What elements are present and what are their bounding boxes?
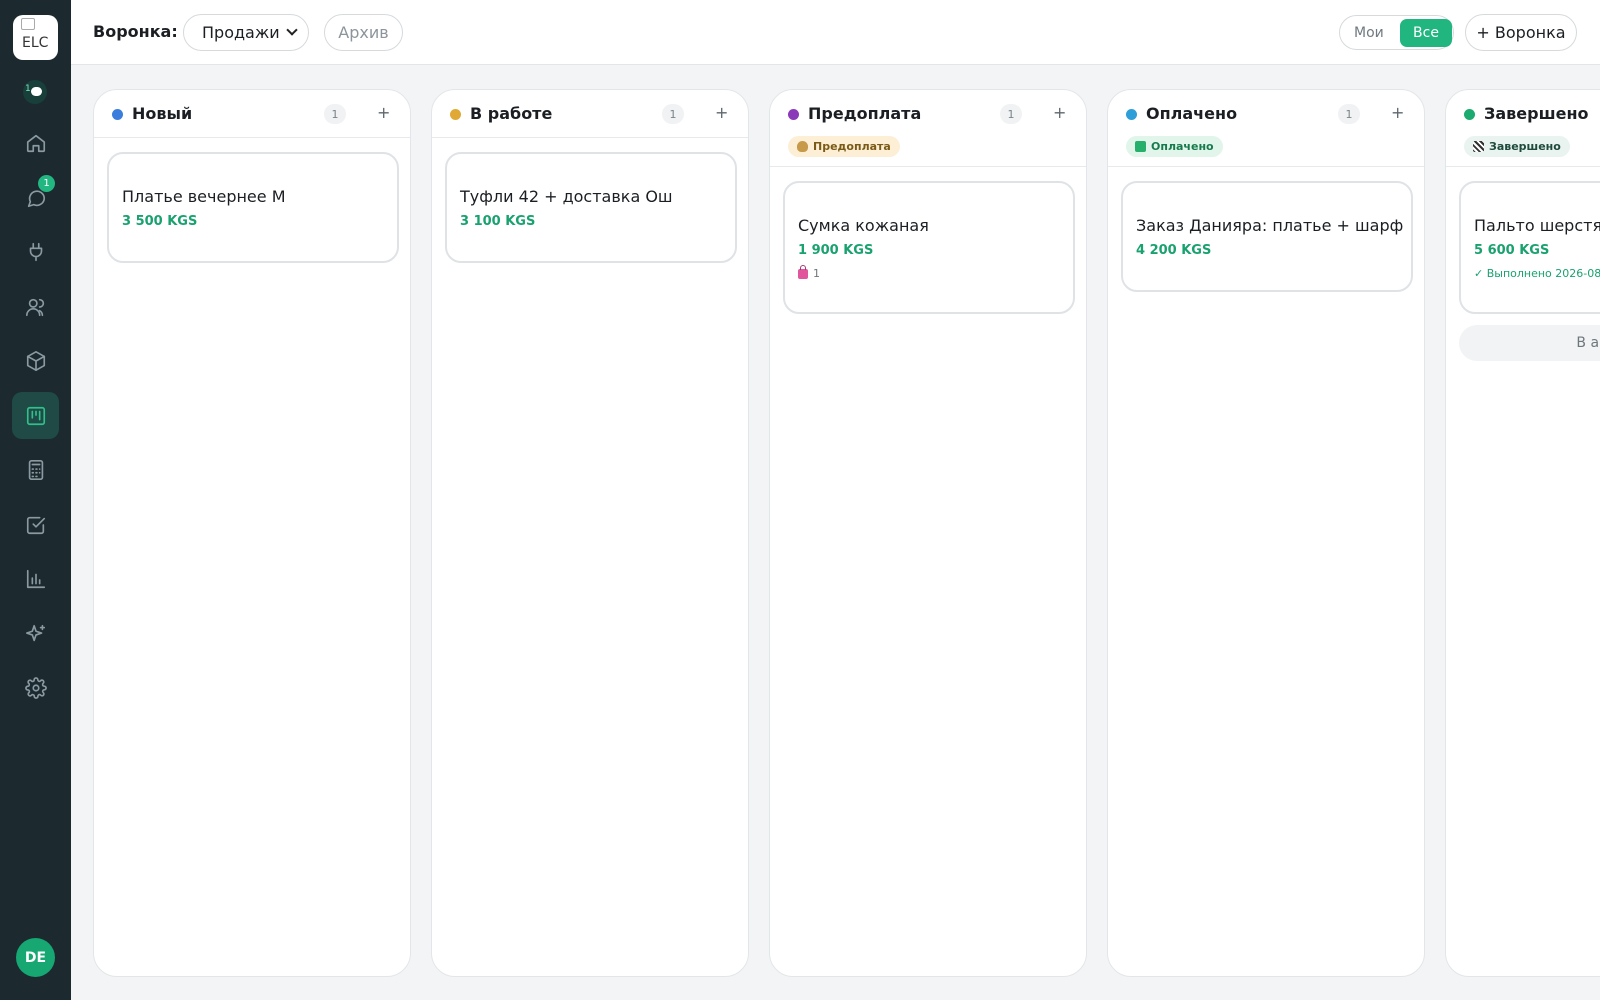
column-title: Завершено (1484, 104, 1589, 123)
deal-card[interactable]: Сумка кожаная 1 900 KGS 1 (783, 181, 1075, 314)
archive-button[interactable]: Архив (324, 14, 403, 51)
topbar: Воронка: Продажи Архив Мои Все + Воронка (71, 0, 1600, 65)
checkered-flag-icon (1473, 141, 1484, 152)
funnel-select-value: Продажи (202, 23, 280, 42)
deal-price: 1 900 KGS (798, 243, 874, 258)
stage-tag-label: Предоплата (813, 140, 891, 153)
deal-card[interactable]: Заказ Данияра: платье + шарф 4 200 KGS (1121, 181, 1413, 292)
column-count: 1 (662, 104, 684, 124)
users-icon (25, 298, 44, 316)
deal-items: 1 (798, 264, 820, 280)
column-new: Новый 1 + Платье вечернее М 3 500 KGS (93, 89, 411, 977)
user-avatar[interactable]: DE (16, 938, 55, 977)
check-box-icon (1135, 141, 1146, 152)
speech-bubble-icon (31, 87, 42, 96)
deal-price: 3 500 KGS (122, 214, 198, 229)
column-header: Оплачено 1 + Оплачено (1108, 90, 1424, 167)
column-header: Новый 1 + (94, 90, 410, 138)
deal-card[interactable]: Пальто шерстяное 5 600 KGS ✓ Выполнено 2… (1459, 181, 1600, 314)
toggle-all[interactable]: Все (1400, 19, 1452, 47)
deal-card[interactable]: Платье вечернее М 3 500 KGS (107, 152, 399, 263)
funnel-label: Воронка: (93, 22, 178, 41)
deal-price: 3 100 KGS (460, 214, 536, 229)
column-color-dot (1464, 109, 1475, 120)
deal-price: 4 200 KGS (1136, 243, 1212, 258)
box-icon (26, 350, 45, 371)
move-to-archive-button[interactable]: В архив (1459, 325, 1600, 361)
sidebar-item-ai[interactable] (12, 610, 59, 657)
stage-tag: Предоплата (788, 136, 900, 157)
sidebar: ELC 1 1 DE (0, 0, 71, 1000)
stage-tag-label: Оплачено (1151, 140, 1214, 153)
sidebar-item-chats[interactable]: 1 (12, 174, 59, 221)
column-color-dot (788, 109, 799, 120)
logo[interactable]: ELC (13, 15, 58, 60)
deal-title: Туфли 42 + доставка Ош (460, 187, 673, 206)
column-header: Завершено 1 + Завершено (1446, 90, 1600, 167)
sidebar-item-deals[interactable] (12, 392, 59, 439)
column-title: Оплачено (1146, 104, 1238, 123)
column-color-dot (112, 109, 123, 120)
column-title: Предоплата (808, 104, 922, 123)
add-deal-button[interactable]: + (1391, 103, 1404, 122)
quick-chat-count: 1 (25, 84, 31, 94)
calculator-icon (28, 459, 43, 480)
deal-title: Пальто шерстяное (1474, 216, 1600, 235)
sidebar-item-calculator[interactable] (12, 446, 59, 493)
home-icon (26, 134, 45, 152)
chevron-down-icon (286, 24, 298, 36)
column-title: Новый (132, 104, 193, 123)
plug-icon (29, 242, 42, 261)
column-count: 1 (1338, 104, 1360, 124)
sidebar-item-tasks[interactable] (12, 501, 59, 548)
column-color-dot (450, 109, 461, 120)
stage-tag: Оплачено (1126, 136, 1223, 157)
deal-completed-date: ✓ Выполнено 2026-08 (1474, 267, 1600, 280)
column-prepayment: Предоплата 1 + Предоплата Сумка кожаная … (769, 89, 1087, 977)
checkbox-icon (26, 516, 45, 534)
broken-image-icon (21, 18, 35, 30)
column-count: 1 (1000, 104, 1022, 124)
column-count: 1 (324, 104, 346, 124)
gear-icon (24, 676, 47, 699)
deal-title: Платье вечернее М (122, 187, 286, 206)
add-deal-button[interactable]: + (377, 103, 390, 122)
column-title: В работе (470, 104, 553, 123)
logo-text: ELC (22, 35, 49, 51)
column-paid: Оплачено 1 + Оплачено Заказ Данияра: пла… (1107, 89, 1425, 977)
sidebar-item-products[interactable] (12, 337, 59, 384)
funnel-select[interactable]: Продажи (183, 14, 309, 51)
quick-chat-widget[interactable]: 1 (23, 80, 47, 104)
stage-tag-label: Завершено (1489, 140, 1561, 153)
sparkle-icon (25, 624, 45, 641)
sidebar-item-integrations[interactable] (12, 228, 59, 275)
chats-unread-badge: 1 (38, 175, 55, 192)
deal-title: Сумка кожаная (798, 216, 929, 235)
sidebar-item-settings[interactable] (12, 664, 59, 711)
deal-title: Заказ Данияра: платье + шарф (1136, 216, 1404, 235)
kanban-board: Новый 1 + Платье вечернее М 3 500 KGS В … (71, 65, 1600, 1000)
column-header: В работе 1 + (432, 90, 748, 138)
column-header: Предоплата 1 + Предоплата (770, 90, 1086, 167)
add-deal-button[interactable]: + (715, 103, 728, 122)
sidebar-item-contacts[interactable] (12, 283, 59, 330)
column-completed: Завершено 1 + Завершено Пальто шерстяное… (1445, 89, 1600, 977)
sidebar-item-home[interactable] (12, 119, 59, 166)
owner-filter-toggle: Мои Все (1339, 15, 1454, 50)
deal-price: 5 600 KGS (1474, 243, 1550, 258)
kanban-icon (26, 406, 45, 425)
bar-chart-icon (26, 569, 45, 588)
add-funnel-button[interactable]: + Воронка (1465, 14, 1577, 51)
deal-card[interactable]: Туфли 42 + доставка Ош 3 100 KGS (445, 152, 737, 263)
column-in-progress: В работе 1 + Туфли 42 + доставка Ош 3 10… (431, 89, 749, 977)
add-deal-button[interactable]: + (1053, 103, 1066, 122)
shopping-bag-icon (798, 264, 808, 279)
money-bag-icon (797, 141, 808, 152)
sidebar-item-analytics[interactable] (12, 555, 59, 602)
deal-items-count: 1 (813, 267, 820, 280)
stage-tag: Завершено (1464, 136, 1570, 157)
toggle-mine[interactable]: Мои (1354, 25, 1384, 41)
column-color-dot (1126, 109, 1137, 120)
